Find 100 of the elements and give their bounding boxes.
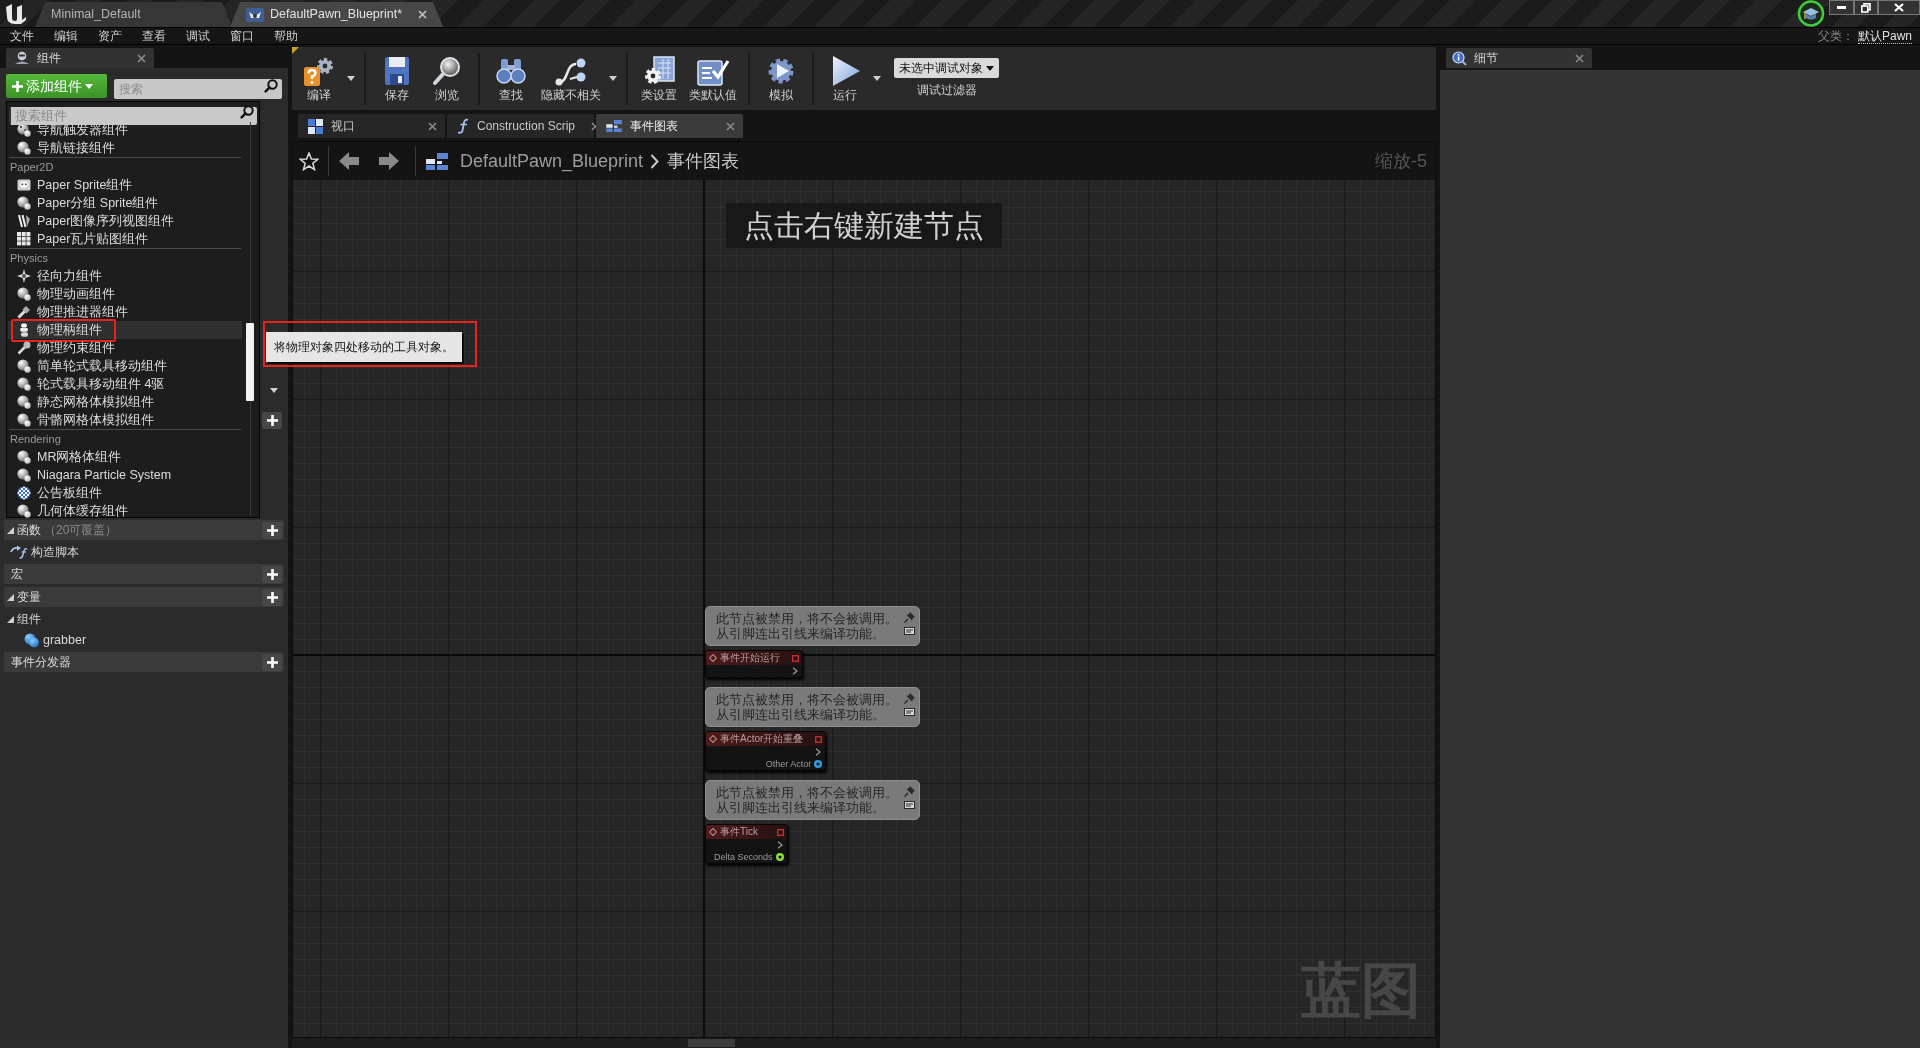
debug-filter-label: 调试过滤器 — [916, 82, 977, 99]
menu-item[interactable]: 编辑 — [44, 28, 88, 44]
spheres-icon — [17, 468, 31, 482]
node-title: 事件开始运行 — [720, 652, 780, 664]
debug-object-dropdown[interactable]: 未选中调试对象 — [894, 58, 999, 78]
section-header[interactable]: 事件分发器 — [4, 652, 284, 672]
graduation-cap-icon[interactable] — [1796, 0, 1826, 27]
menu-option[interactable]: 静态网格体模拟组件 — [8, 393, 242, 411]
close-icon[interactable] — [418, 10, 428, 19]
star-icon[interactable] — [299, 151, 319, 171]
pushpin-icon[interactable] — [904, 612, 915, 623]
add-button[interactable] — [262, 521, 282, 539]
menu-option[interactable]: Niagara Particle System — [8, 466, 242, 484]
add-button[interactable] — [262, 565, 282, 583]
corner-triangle-icon — [292, 47, 299, 54]
menu-item[interactable]: 查看 — [132, 28, 176, 44]
close-icon[interactable] — [1575, 53, 1584, 63]
close-icon[interactable] — [428, 121, 437, 131]
parent-class-link[interactable]: 默认Pawn — [1857, 28, 1912, 44]
toolbar-button[interactable]: 查找 — [486, 49, 536, 108]
menu-item[interactable]: 调试 — [176, 28, 220, 44]
menu-option-label: 物理柄组件 — [37, 321, 102, 339]
menu-option[interactable]: Paper分组 Sprite组件 — [8, 194, 242, 212]
caret-icon[interactable] — [347, 76, 355, 81]
tile-grid-icon — [17, 232, 31, 246]
plus-icon — [266, 591, 278, 603]
editor-tab[interactable]: 视口 — [298, 114, 445, 138]
menu-item[interactable]: 帮助 — [264, 28, 308, 44]
toolbar-button[interactable]: 类默认值 — [684, 49, 742, 108]
menu-option[interactable]: 几何体缓存组件 — [8, 502, 242, 520]
menu-option[interactable]: 物理动画组件 — [8, 285, 242, 303]
forward-arrow-icon[interactable] — [379, 152, 399, 170]
close-icon[interactable] — [137, 53, 146, 63]
restore-button[interactable] — [1854, 0, 1878, 15]
caret-icon[interactable] — [609, 76, 617, 81]
menu-option-label: 静态网格体模拟组件 — [37, 393, 154, 411]
panel-tab[interactable]: 组件 — [6, 48, 154, 68]
panel-tab[interactable]: 细节 — [1446, 48, 1592, 68]
close-icon[interactable] — [726, 121, 735, 131]
category-label[interactable]: 组件 — [17, 610, 41, 628]
variable-item[interactable]: grabber — [43, 630, 87, 650]
caret-icon[interactable] — [270, 387, 278, 393]
expanded-triangle-icon[interactable] — [7, 526, 14, 534]
expanded-triangle-icon[interactable] — [7, 593, 14, 601]
toolbar-button[interactable]: 保存 — [372, 49, 422, 108]
menu-item[interactable]: 窗口 — [220, 28, 264, 44]
diamond-icon — [709, 735, 717, 743]
close-window-button[interactable] — [1878, 0, 1920, 15]
back-arrow-icon[interactable] — [339, 152, 359, 170]
graph-item[interactable]: 构造脚本 — [31, 543, 79, 561]
menu-option[interactable]: 轮式载具移动组件 4驱 — [8, 375, 242, 393]
menu-option[interactable]: 公告板组件 — [8, 484, 242, 502]
menu-option[interactable]: 物理推进器组件 — [8, 303, 242, 321]
editor-tab[interactable]: Construction Scrip — [447, 114, 594, 138]
toolbar-button[interactable]: 类设置 — [634, 49, 684, 108]
comment-icon[interactable] — [904, 708, 915, 717]
breadcrumb-link[interactable]: DefaultPawn_Blueprint — [460, 147, 644, 175]
menu-option[interactable]: MR网格体组件 — [8, 448, 242, 466]
scrollbar-thumb[interactable] — [688, 1039, 735, 1047]
menu-option[interactable]: 物理约束组件 — [8, 339, 242, 357]
pushpin-icon[interactable] — [904, 786, 915, 797]
menu-option-label: 导航链接组件 — [37, 139, 115, 157]
menu-item[interactable]: 文件 — [0, 28, 44, 44]
caret-icon[interactable] — [873, 76, 881, 81]
pushpin-icon[interactable] — [904, 693, 915, 704]
comment-icon[interactable] — [904, 801, 915, 810]
section-header[interactable]: 函数 （20可覆盖） — [4, 520, 284, 540]
document-tab[interactable]: Minimal_Default — [35, 2, 232, 27]
add-button[interactable] — [262, 653, 282, 671]
section-header[interactable]: 变量 — [4, 587, 284, 607]
add-button[interactable] — [262, 411, 282, 429]
menu-option[interactable]: 导航链接组件 — [8, 139, 242, 157]
menu-option[interactable]: Paper图像序列视图组件 — [8, 212, 242, 230]
toolbar-button[interactable]: 模拟 — [756, 49, 806, 108]
toolbar-button[interactable]: 运行 — [820, 49, 870, 108]
minimize-button[interactable] — [1829, 0, 1854, 15]
menu-item[interactable]: 资产 — [88, 28, 132, 44]
toolbar-button[interactable]: 隐藏不相关 — [536, 49, 606, 108]
expanded-triangle-icon[interactable] — [7, 615, 14, 623]
toolbar-button[interactable]: 浏览 — [422, 49, 472, 108]
menu-option[interactable]: 简单轮式载具移动组件 — [8, 357, 242, 375]
comment-icon[interactable] — [904, 627, 915, 636]
add-button[interactable] — [262, 588, 282, 606]
breadcrumb-current: 事件图表 — [667, 149, 740, 173]
menu-option[interactable]: Paper瓦片贴图组件 — [8, 230, 242, 248]
caret-icon — [85, 83, 93, 89]
square-pin-icon — [815, 735, 823, 743]
exec-pin-icon — [776, 841, 783, 849]
menu-option[interactable]: Paper Sprite组件 — [8, 176, 242, 194]
editor-tab[interactable]: 事件图表 — [596, 114, 743, 138]
menu-option[interactable]: 骨骼网格体模拟组件 — [8, 411, 242, 429]
search-field[interactable]: 搜索 — [114, 79, 282, 99]
document-tab[interactable]: DefaultPawn_Blueprint* — [230, 2, 444, 27]
section-header[interactable]: 宏 — [4, 564, 284, 584]
search-field[interactable]: 搜索组件 — [9, 107, 257, 125]
menu-option[interactable]: 物理柄组件 — [8, 321, 242, 339]
toolbar-button[interactable]: 编译 — [294, 49, 344, 108]
menu-option[interactable]: 径向力组件 — [8, 267, 242, 285]
scrollbar-thumb[interactable] — [246, 323, 254, 401]
menu-option-label: 物理约束组件 — [37, 339, 115, 357]
